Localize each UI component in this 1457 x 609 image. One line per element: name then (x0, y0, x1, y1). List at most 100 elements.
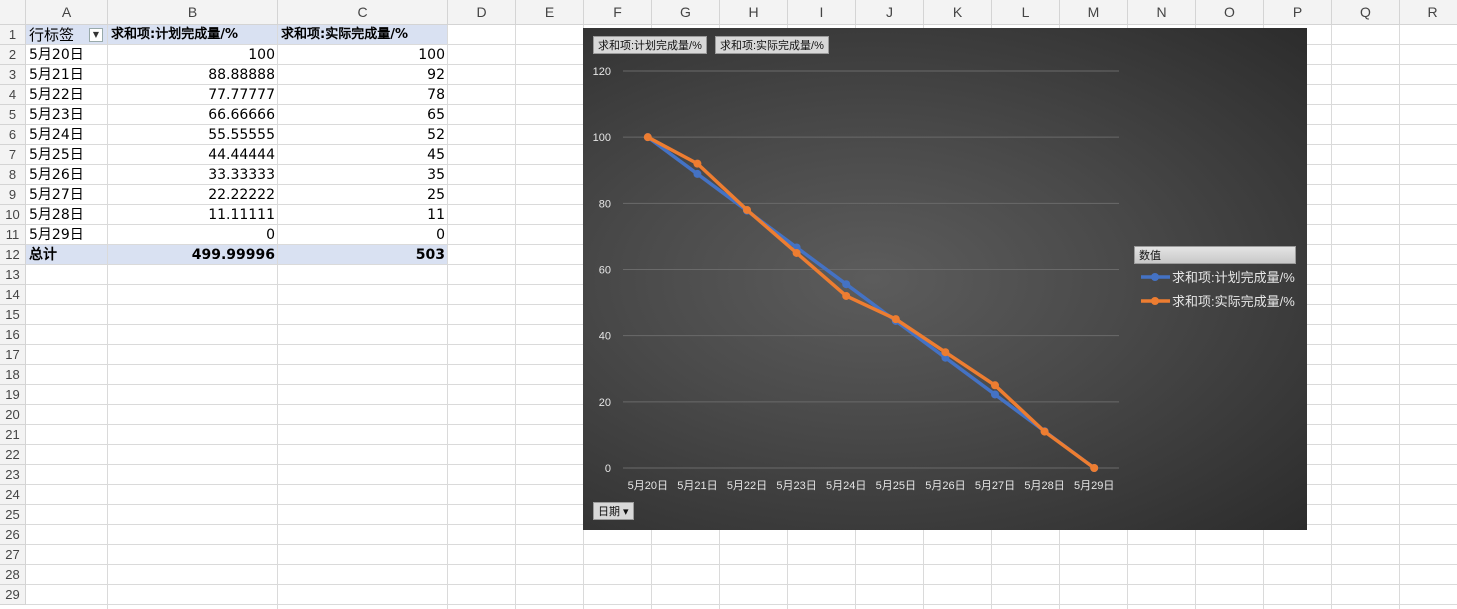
row-header-28[interactable]: 28 (0, 565, 26, 585)
y-tick-label: 0 (605, 463, 611, 475)
row-header-17[interactable]: 17 (0, 345, 26, 365)
planned-column-header[interactable]: 求和项:计划完成量/% (108, 25, 278, 45)
row-label-cell[interactable]: 5月27日 (26, 185, 108, 205)
actual-value-cell[interactable]: 100 (278, 45, 448, 65)
planned-value-cell[interactable]: 88.88888 (108, 65, 278, 85)
row-header-5[interactable]: 5 (0, 105, 26, 125)
row-header-3[interactable]: 3 (0, 65, 26, 85)
value-field-button-actual[interactable]: 求和项:实际完成量/% (715, 36, 829, 54)
row-header-24[interactable]: 24 (0, 485, 26, 505)
value-field-button-planned[interactable]: 求和项:计划完成量/% (593, 36, 707, 54)
planned-value-cell[interactable]: 100 (108, 45, 278, 65)
planned-value-cell[interactable]: 0 (108, 225, 278, 245)
column-header-p[interactable]: P (1264, 0, 1332, 25)
column-header-i[interactable]: I (788, 0, 856, 25)
data-point (792, 248, 801, 257)
actual-value-cell[interactable]: 52 (278, 125, 448, 145)
row-label-cell[interactable]: 5月20日 (26, 45, 108, 65)
actual-value-cell[interactable]: 92 (278, 65, 448, 85)
row-header-21[interactable]: 21 (0, 425, 26, 445)
actual-value-cell[interactable]: 45 (278, 145, 448, 165)
data-point (991, 390, 999, 399)
planned-value-cell[interactable]: 44.44444 (108, 145, 278, 165)
row-header-15[interactable]: 15 (0, 305, 26, 325)
column-header-n[interactable]: N (1128, 0, 1196, 25)
actual-value-cell[interactable]: 65 (278, 105, 448, 125)
row-header-26[interactable]: 26 (0, 525, 26, 545)
row-header-29[interactable]: 29 (0, 585, 26, 605)
row-header-2[interactable]: 2 (0, 45, 26, 65)
actual-value-cell[interactable]: 78 (278, 85, 448, 105)
actual-column-header[interactable]: 求和项:实际完成量/% (278, 25, 448, 45)
x-tick-label: 5月23日 (776, 480, 816, 492)
row-header-22[interactable]: 22 (0, 445, 26, 465)
row-header-19[interactable]: 19 (0, 385, 26, 405)
row-header-4[interactable]: 4 (0, 85, 26, 105)
y-tick-label: 20 (599, 397, 611, 409)
total-label-cell[interactable]: 总计 (26, 245, 108, 265)
column-header-q[interactable]: Q (1332, 0, 1400, 25)
row-label-cell[interactable]: 5月26日 (26, 165, 108, 185)
row-label-filter-button[interactable]: ▼ (89, 28, 103, 42)
row-header-23[interactable]: 23 (0, 465, 26, 485)
row-label-cell[interactable]: 5月29日 (26, 225, 108, 245)
pivot-chart[interactable]: 求和项:计划完成量/% 求和项:实际完成量/% 日期 ▾ 数值 0 20 40 60 8… (583, 28, 1307, 530)
row-header-16[interactable]: 16 (0, 325, 26, 345)
row-header-20[interactable]: 20 (0, 405, 26, 425)
column-header-r[interactable]: R (1400, 0, 1457, 25)
row-header-1[interactable]: 1 (0, 25, 26, 45)
planned-value-cell[interactable]: 55.55555 (108, 125, 278, 145)
actual-value-cell[interactable]: 25 (278, 185, 448, 205)
planned-value-cell[interactable]: 77.77777 (108, 85, 278, 105)
row-label-cell[interactable]: 5月28日 (26, 205, 108, 225)
legend-swatch-marker (1151, 273, 1159, 281)
y-tick-label: 60 (599, 265, 611, 277)
row-header-7[interactable]: 7 (0, 145, 26, 165)
planned-value-cell[interactable]: 66.66666 (108, 105, 278, 125)
row-header-10[interactable]: 10 (0, 205, 26, 225)
column-header-l[interactable]: L (992, 0, 1060, 25)
gridline-horizontal (26, 604, 1457, 605)
row-header-18[interactable]: 18 (0, 365, 26, 385)
planned-value-cell[interactable]: 11.11111 (108, 205, 278, 225)
column-header-b[interactable]: B (108, 0, 278, 25)
row-header-12[interactable]: 12 (0, 245, 26, 265)
row-header-6[interactable]: 6 (0, 125, 26, 145)
row-label-cell[interactable]: 5月23日 (26, 105, 108, 125)
row-label-cell[interactable]: 5月22日 (26, 85, 108, 105)
column-header-f[interactable]: F (584, 0, 652, 25)
planned-value-cell[interactable]: 22.22222 (108, 185, 278, 205)
column-header-o[interactable]: O (1196, 0, 1264, 25)
y-tick-label: 120 (593, 66, 611, 78)
row-header-9[interactable]: 9 (0, 185, 26, 205)
column-header-k[interactable]: K (924, 0, 992, 25)
column-header-g[interactable]: G (652, 0, 720, 25)
actual-value-cell[interactable]: 11 (278, 205, 448, 225)
planned-value-cell[interactable]: 33.33333 (108, 165, 278, 185)
select-all-corner[interactable] (0, 0, 26, 25)
row-header-13[interactable]: 13 (0, 265, 26, 285)
date-axis-field-button[interactable]: 日期 ▾ (593, 502, 634, 520)
row-header-27[interactable]: 27 (0, 545, 26, 565)
row-header-11[interactable]: 11 (0, 225, 26, 245)
x-tick-label: 5月26日 (925, 480, 965, 492)
row-label-cell[interactable]: 5月24日 (26, 125, 108, 145)
legend-field-button[interactable]: 数值 (1134, 246, 1296, 264)
column-header-j[interactable]: J (856, 0, 924, 25)
actual-value-cell[interactable]: 35 (278, 165, 448, 185)
row-header-8[interactable]: 8 (0, 165, 26, 185)
row-header-14[interactable]: 14 (0, 285, 26, 305)
column-header-c[interactable]: C (278, 0, 448, 25)
total-planned-cell[interactable]: 499.99996 (108, 245, 278, 265)
column-header-m[interactable]: M (1060, 0, 1128, 25)
column-header-d[interactable]: D (448, 0, 516, 25)
actual-value-cell[interactable]: 0 (278, 225, 448, 245)
column-header-a[interactable]: A (26, 0, 108, 25)
row-label-cell[interactable]: 5月25日 (26, 145, 108, 165)
column-header-h[interactable]: H (720, 0, 788, 25)
row-label-cell[interactable]: 5月21日 (26, 65, 108, 85)
legend-swatch-marker (1151, 297, 1159, 305)
column-header-e[interactable]: E (516, 0, 584, 25)
total-actual-cell[interactable]: 503 (278, 245, 448, 265)
row-header-25[interactable]: 25 (0, 505, 26, 525)
